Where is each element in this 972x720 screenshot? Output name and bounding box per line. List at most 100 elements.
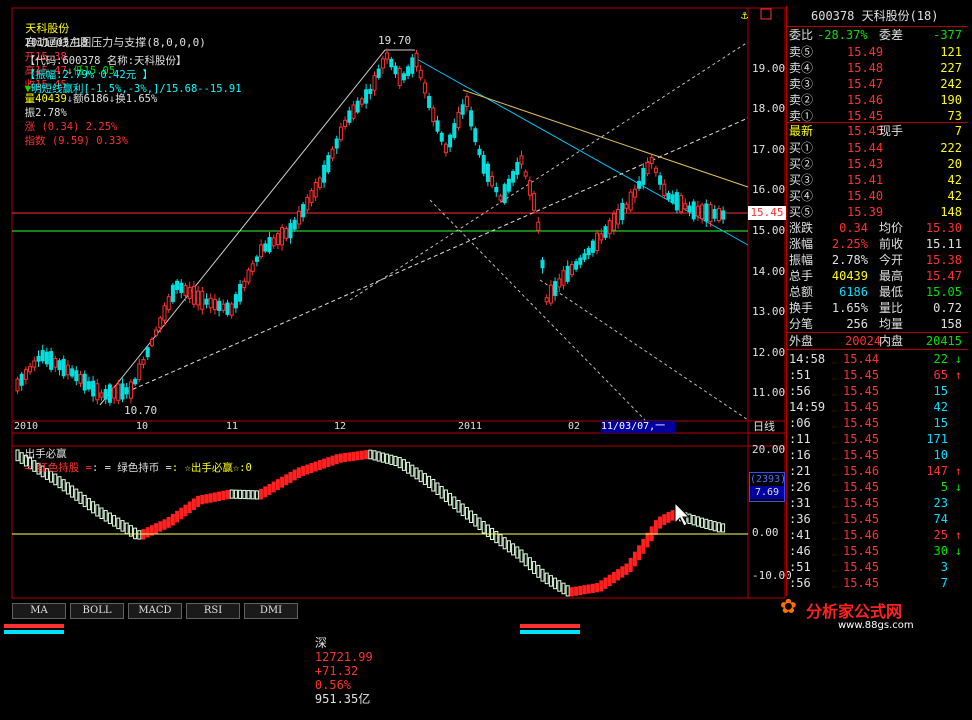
candle — [721, 210, 726, 220]
tick-time: :16 — [789, 448, 811, 462]
candle — [481, 155, 486, 174]
ask-price: 15.49 — [847, 45, 884, 59]
candle — [620, 202, 625, 221]
oscillator-bar — [527, 557, 532, 571]
time-tick-label: 12 — [334, 421, 347, 432]
oscillator-bar — [120, 520, 125, 532]
ask-label: 卖⑤ — [789, 45, 814, 59]
oscillator-bar — [414, 467, 419, 480]
tab-macd[interactable]: MACD — [128, 603, 182, 619]
candle — [141, 359, 146, 365]
candle — [443, 143, 448, 154]
price-tick-label: 16.00 — [752, 183, 786, 196]
tick-time: :26 — [789, 480, 811, 494]
oscillator-bar — [389, 454, 394, 465]
oscillator-bar — [179, 507, 184, 520]
tab-rsi[interactable]: RSI — [186, 603, 240, 619]
oscillator-bar — [351, 451, 356, 461]
candle — [313, 181, 318, 198]
bid-price: 15.40 — [847, 189, 884, 203]
candle — [309, 190, 314, 204]
bid-volume: 42 — [947, 173, 962, 187]
oscillator-bar — [410, 464, 415, 477]
tick-row: 14:59 15.45 42 — [787, 399, 968, 415]
oscillator-bar — [662, 514, 667, 526]
candle — [645, 161, 650, 175]
bid-label: 买① — [789, 141, 814, 155]
candle — [565, 265, 570, 282]
candle — [91, 380, 96, 397]
oscillator-bar — [368, 449, 373, 460]
oscillator-bar — [86, 498, 91, 511]
oscillator-bar — [439, 486, 444, 499]
oscillator-bar — [637, 545, 642, 561]
stat-label: 涨跌 — [789, 221, 814, 235]
stat-row: 总额 6186 最低 15.05 — [787, 284, 968, 300]
oscillator-bar — [162, 519, 167, 530]
oscillator-bar — [599, 580, 604, 592]
tick-price: 15.45 — [843, 400, 880, 414]
stat-label: 振幅 — [789, 253, 814, 267]
tick-row: :16 15.45 10 — [787, 447, 968, 463]
bid-row: 买② 15.43 20 — [787, 156, 968, 172]
candle — [456, 111, 461, 129]
tick-price: 15.45 — [843, 576, 880, 590]
oscillator-bar — [242, 489, 247, 500]
oscillator-bar — [485, 524, 490, 537]
latest-row: 最新 15.45 现手 7 — [787, 122, 968, 139]
oscillator-bar — [578, 585, 583, 596]
oscillator-bar — [70, 485, 75, 498]
oscillator-bar — [183, 504, 188, 517]
quote-title-text: 600378 天科股份(18) — [811, 9, 939, 23]
candle — [19, 373, 24, 386]
bid-label: 买④ — [789, 189, 814, 203]
oscillator-bar — [267, 483, 272, 495]
candle — [574, 261, 579, 270]
close-box-icon[interactable] — [760, 8, 772, 20]
amplitude-info: 【振幅:2.79% 0.42元 】 — [24, 69, 154, 81]
tab-dmi[interactable]: DMI — [244, 603, 298, 619]
oscillator-bar — [116, 517, 121, 530]
candle — [502, 184, 507, 204]
oscillator-bar — [536, 564, 541, 578]
oscillator-bar — [569, 587, 574, 597]
candle — [498, 195, 503, 201]
candle — [128, 381, 133, 399]
oscillator-bar — [595, 583, 600, 593]
candle — [540, 259, 545, 269]
candle — [460, 104, 465, 115]
period-label[interactable]: 日线 — [753, 421, 775, 433]
candle — [284, 228, 289, 239]
candle — [99, 392, 104, 398]
tab-boll[interactable]: BOLL — [70, 603, 124, 619]
stat-value: 1.65% — [831, 301, 868, 315]
ask-row: 卖④ 15.48 227 — [787, 60, 968, 76]
ask-row: 卖② 15.46 190 — [787, 92, 968, 108]
bid-price: 15.44 — [847, 141, 884, 155]
ask-label: 卖④ — [789, 61, 814, 75]
oscillator-bar — [355, 451, 360, 461]
tick-row: :56 15.45 15 — [787, 383, 968, 399]
oscillator-bar — [343, 452, 348, 463]
candle — [704, 203, 709, 222]
stat-value: 15.38 — [925, 253, 962, 267]
oscillator-bar — [397, 457, 402, 469]
oscillator-bar — [137, 530, 142, 540]
candle — [208, 297, 213, 309]
tab-ma[interactable]: MA — [12, 603, 66, 619]
candle — [137, 363, 142, 381]
stat-value: 0.34 — [839, 221, 868, 235]
candle — [183, 284, 188, 296]
tick-time: :56 — [789, 576, 811, 590]
stat-label: 最高 — [879, 269, 904, 283]
bid-row: 买④ 15.40 42 — [787, 188, 968, 204]
tick-price: 15.45 — [843, 560, 880, 574]
ask-volume: 190 — [940, 93, 962, 107]
tick-volume: 25 — [933, 528, 948, 542]
bid-volume: 42 — [947, 189, 962, 203]
candle — [515, 161, 520, 175]
stat-value: 2.78% — [831, 253, 868, 267]
oscillator-bar — [61, 479, 66, 492]
candle — [485, 163, 490, 182]
tick-volume: 15 — [933, 416, 948, 430]
